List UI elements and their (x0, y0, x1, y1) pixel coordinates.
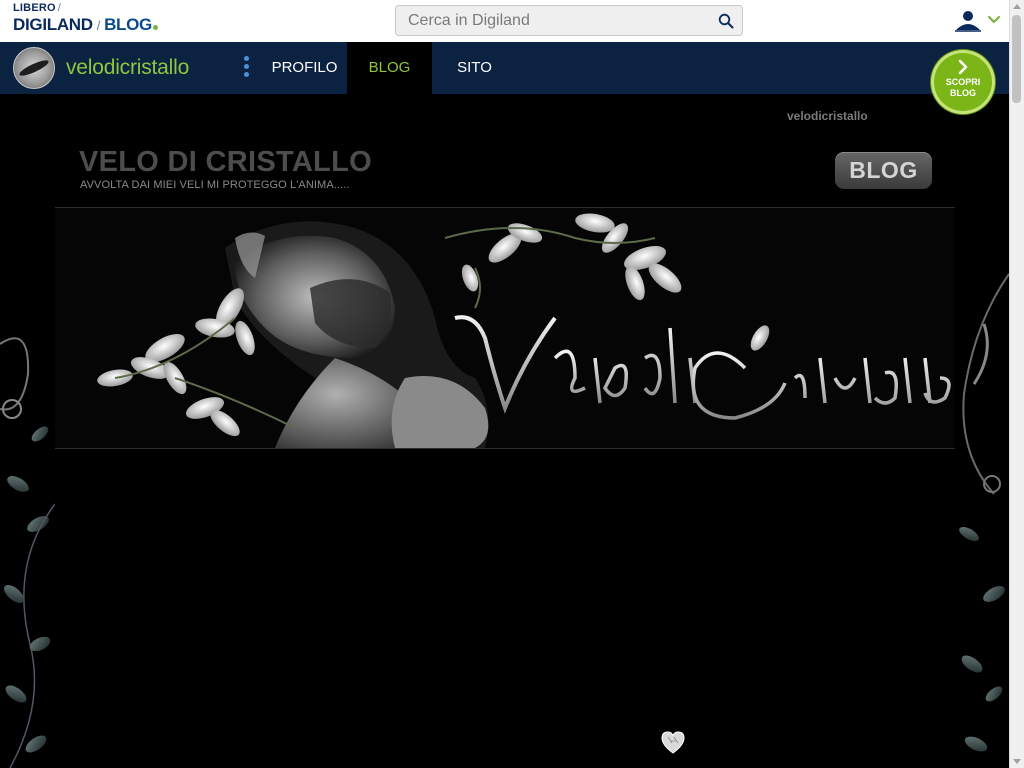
username-link[interactable]: velodicristallo (66, 56, 189, 80)
brand-dot-icon (153, 25, 158, 30)
top-bar: LIBERO / DIGILAND / BLOG (0, 0, 1009, 42)
search-box (395, 5, 743, 36)
scopri-blog-button[interactable]: SCOPRI BLOG (931, 50, 995, 114)
brand-digiland[interactable]: DIGILAND (13, 15, 93, 34)
brand-libero[interactable]: LIBERO (13, 2, 56, 14)
avatar[interactable] (13, 47, 55, 89)
scroll-up-icon[interactable] (1013, 4, 1021, 9)
heart-icon (661, 731, 685, 754)
banner-artwork (55, 208, 955, 448)
user-menu[interactable] (952, 8, 1004, 34)
decorative-swirl-left (0, 337, 55, 768)
blog-owner-name[interactable]: velodicristallo (787, 109, 868, 123)
search-icon[interactable] (718, 13, 734, 29)
blog-page: velodicristallo VELO DI CRISTALLO AVVOLT… (0, 94, 1009, 768)
chevron-down-icon (987, 15, 1001, 24)
blog-banner-image (55, 208, 955, 448)
libero-digiland-blog-logo[interactable]: LIBERO / DIGILAND / BLOG (13, 3, 158, 33)
divider (55, 448, 955, 449)
scopri-blog-label: SCOPRI BLOG (945, 77, 981, 98)
tab-sito[interactable]: SITO (432, 42, 517, 94)
user-icon[interactable] (952, 8, 1004, 34)
tab-profilo[interactable]: PROFILO (262, 42, 347, 94)
blog-badge: BLOG (835, 152, 932, 189)
search-input[interactable] (408, 6, 708, 35)
blog-subtitle: AVVOLTA DAI MIEI VELI MI PROTEGGO L'ANIM… (80, 179, 350, 191)
more-vertical-icon[interactable] (240, 56, 252, 80)
tab-blog[interactable]: BLOG (347, 42, 432, 94)
scroll-down-icon[interactable] (1013, 759, 1021, 764)
chevron-right-icon (958, 59, 968, 75)
decorative-swirl-right (959, 273, 1009, 752)
blog-title[interactable]: VELO DI CRISTALLO (79, 146, 372, 179)
blog-nav-bar: velodicristallo PROFILO BLOG SITO (0, 42, 1009, 94)
page-scrollbar[interactable] (1009, 0, 1024, 768)
scroll-thumb[interactable] (1012, 15, 1021, 103)
brand-blog[interactable]: BLOG (104, 15, 152, 34)
